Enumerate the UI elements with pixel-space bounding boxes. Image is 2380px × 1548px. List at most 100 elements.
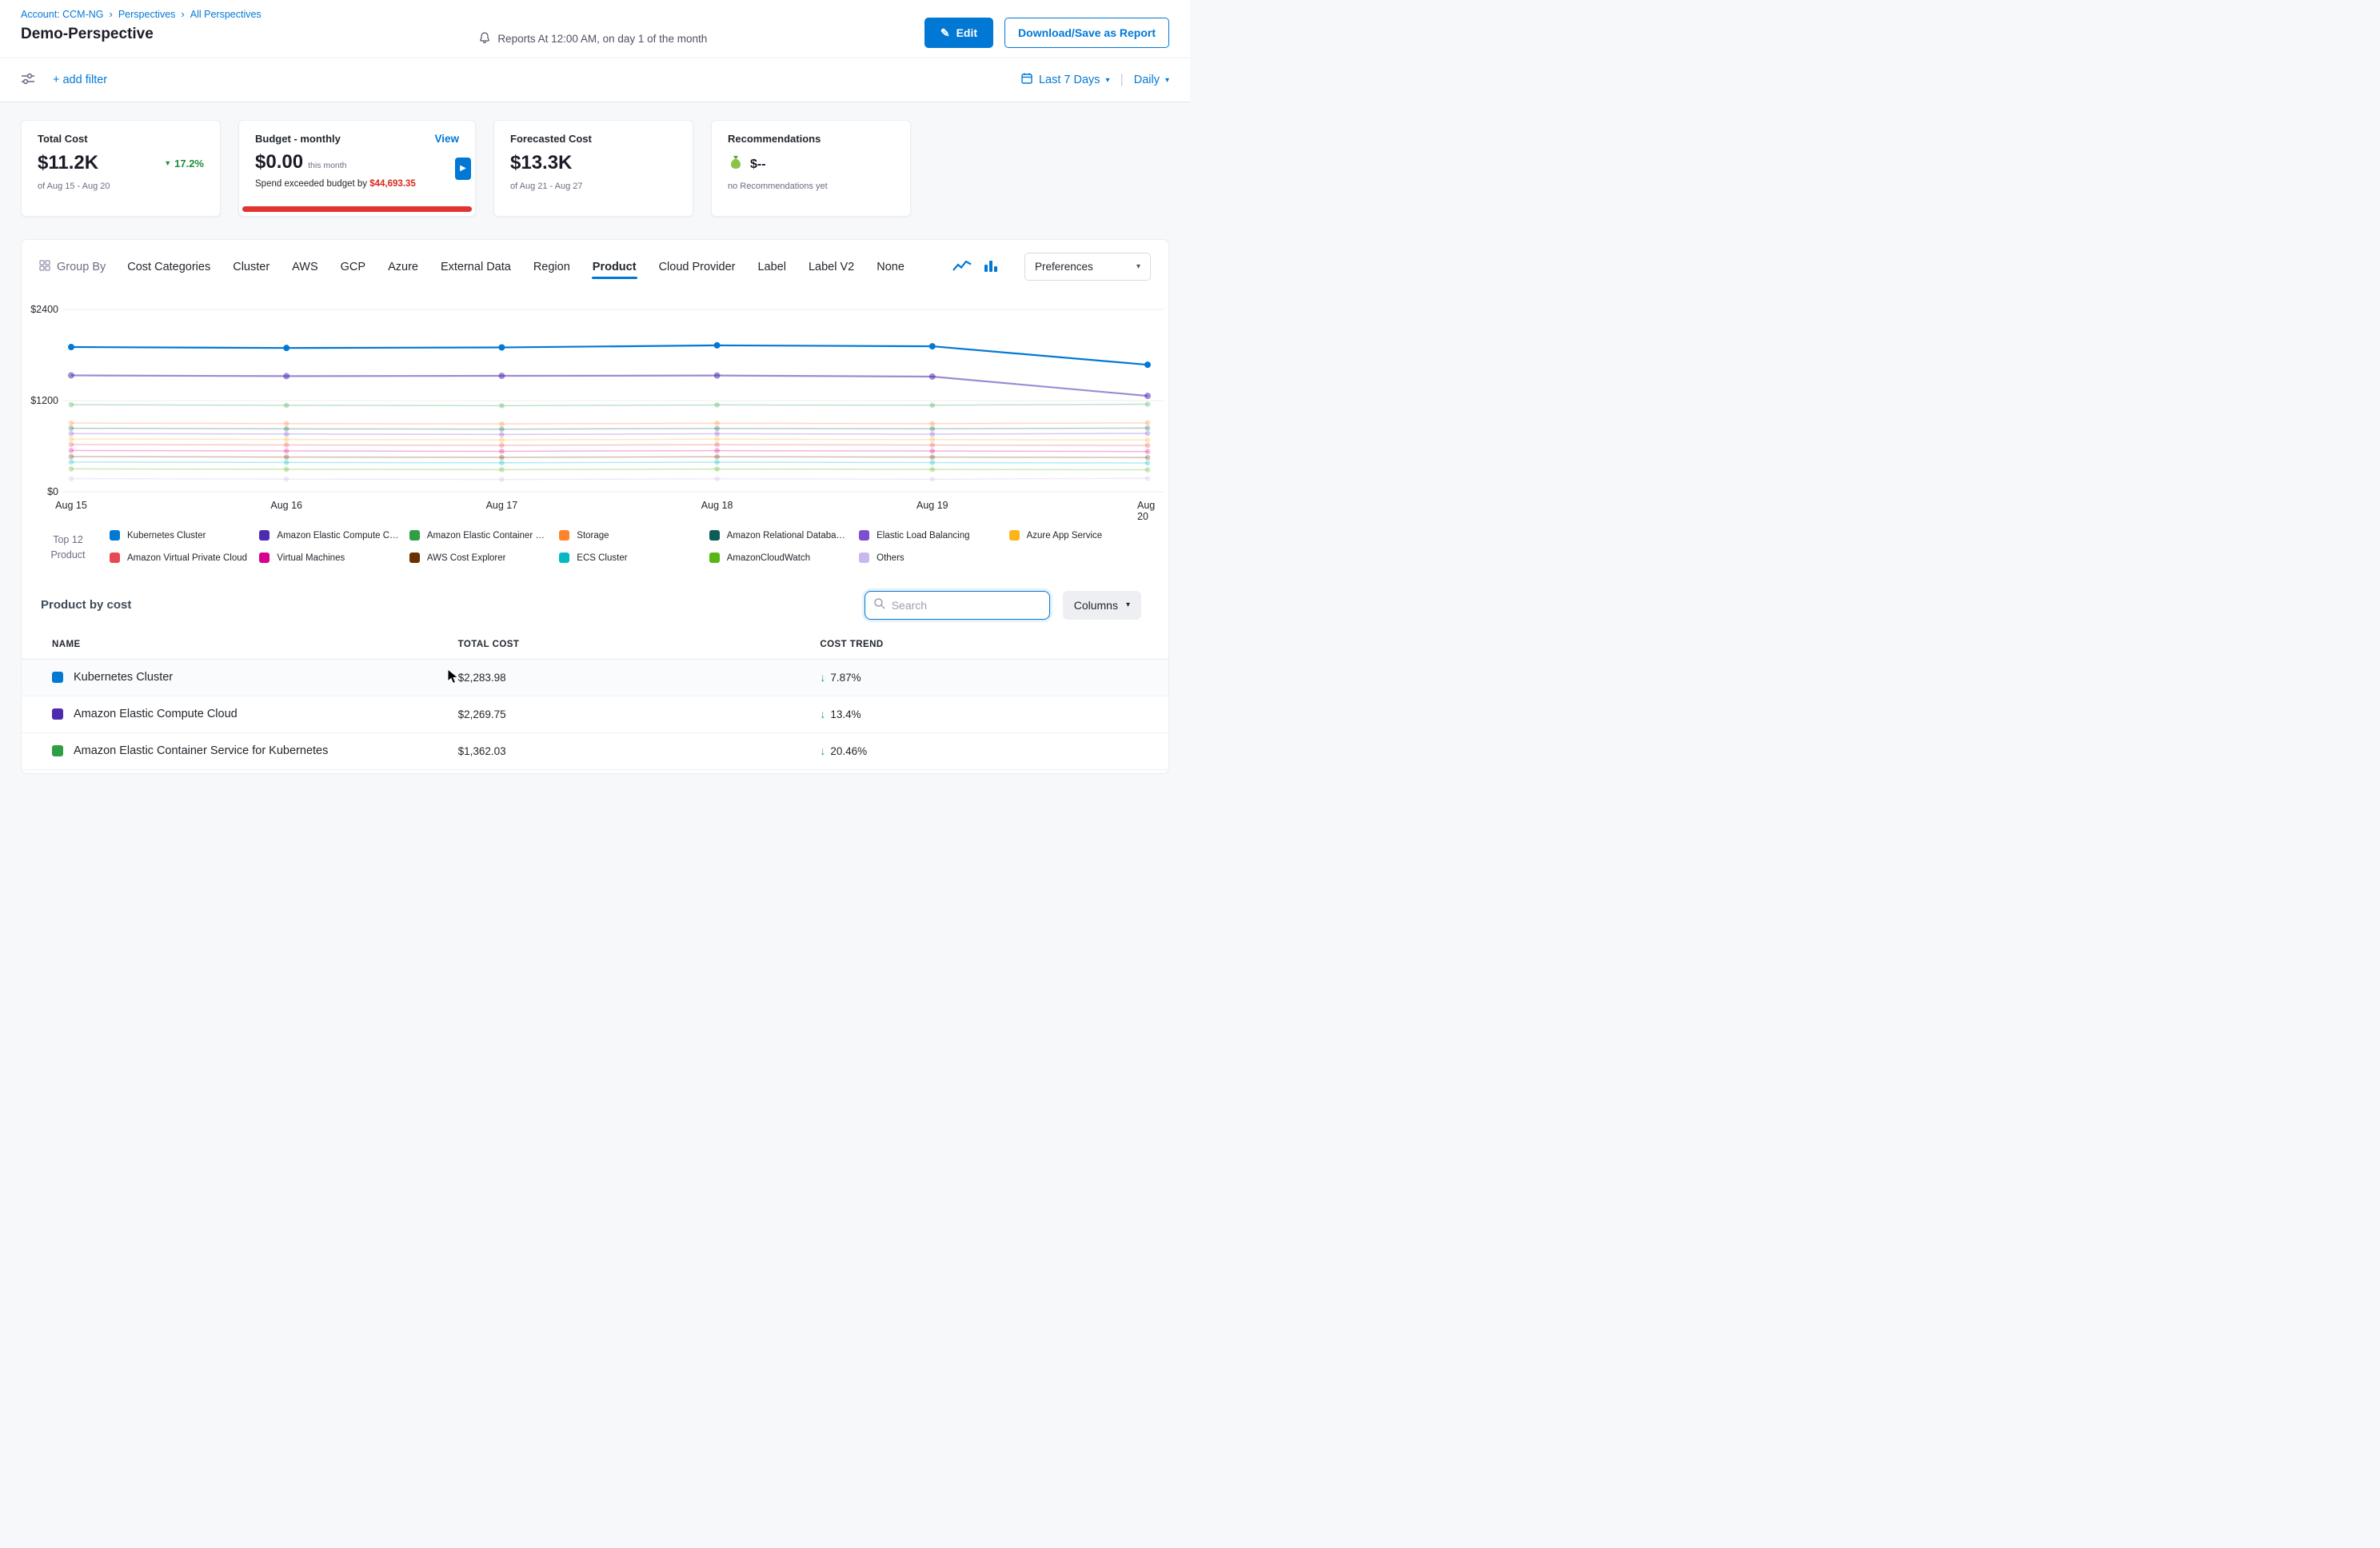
legend-swatch	[110, 530, 120, 541]
legend-item[interactable]: Azure App Service	[1009, 530, 1149, 541]
legend-title-line1: Top 12	[42, 533, 94, 548]
column-header-cost-trend: COST TREND	[820, 640, 1149, 649]
column-header-total-cost: TOTAL COST	[458, 640, 821, 649]
legend-item[interactable]: Storage	[559, 530, 699, 541]
row-color-swatch	[52, 745, 63, 756]
group-by-tab-cost-categories[interactable]: Cost Categories	[126, 256, 211, 278]
legend-item[interactable]: AWS Cost Explorer	[409, 553, 549, 563]
legend-item[interactable]: Virtual Machines	[259, 553, 399, 563]
group-by-tab-gcp[interactable]: GCP	[340, 256, 366, 278]
edit-button[interactable]: ✎ Edit	[924, 18, 993, 48]
granularity-label: Daily	[1134, 74, 1160, 86]
budget-next-button[interactable]: ▶	[455, 158, 471, 180]
bar-chart-toggle[interactable]	[984, 258, 998, 275]
legend-item[interactable]: AmazonCloudWatch	[709, 553, 849, 563]
table-row[interactable]: Amazon Elastic Compute Cloud$2,269.75↓13…	[22, 696, 1168, 733]
download-button-label: Download/Save as Report	[1018, 26, 1156, 39]
add-filter-button[interactable]: + add filter	[53, 74, 107, 86]
x-axis-label: Aug 16	[270, 500, 302, 511]
legend-item[interactable]: Kubernetes Cluster	[110, 530, 250, 541]
legend-label: ECS Cluster	[577, 553, 627, 563]
legend-item[interactable]: ECS Cluster	[559, 553, 699, 563]
date-range-label: Last 7 Days	[1039, 74, 1100, 86]
date-range-selector[interactable]: Last 7 Days ▾	[1020, 72, 1110, 88]
legend-label: Others	[877, 553, 904, 563]
grid-icon	[39, 260, 50, 274]
legend-item[interactable]: Amazon Virtual Private Cloud	[110, 553, 250, 563]
calendar-icon	[1020, 72, 1033, 88]
table-row[interactable]: Amazon Elastic Container Service for Kub…	[22, 733, 1168, 770]
group-by-tab-label-v2[interactable]: Label V2	[808, 256, 855, 278]
row-trend-value: 20.46%	[830, 745, 867, 757]
legend-label: Kubernetes Cluster	[127, 531, 206, 541]
top-bar: Account: CCM-NG › Perspectives › All Per…	[0, 0, 1190, 58]
preferences-label: Preferences	[1035, 261, 1093, 273]
breadcrumb-all-perspectives-link[interactable]: All Perspectives	[190, 9, 262, 20]
cost-chart-svg[interactable]: $2400$1200$0	[22, 298, 1168, 498]
budget-progress-bar	[242, 206, 472, 212]
group-by-tab-cluster[interactable]: Cluster	[232, 256, 270, 278]
group-by-tab-aws[interactable]: AWS	[291, 256, 319, 278]
columns-label: Columns	[1074, 599, 1118, 612]
total-cost-period: of Aug 15 - Aug 20	[38, 182, 204, 191]
forecasted-cost-title: Forecasted Cost	[510, 133, 677, 145]
group-by-tab-none[interactable]: None	[876, 256, 905, 278]
legend-label: AWS Cost Explorer	[427, 553, 506, 563]
recommendations-card: Recommendations $-- no Recommendations y…	[711, 120, 911, 217]
budget-exceeded-amount: $44,693.35	[369, 179, 416, 189]
legend-label: Amazon Virtual Private Cloud	[127, 553, 247, 563]
breadcrumb: Account: CCM-NG › Perspectives › All Per…	[21, 8, 262, 20]
svg-text:$0: $0	[47, 486, 58, 497]
legend-label: AmazonCloudWatch	[727, 553, 810, 563]
group-by-tab-external-data[interactable]: External Data	[440, 256, 512, 278]
columns-button[interactable]: Columns ▾	[1063, 591, 1141, 620]
chevron-down-icon: ▾	[1106, 76, 1110, 85]
group-by-tab-product[interactable]: Product	[592, 256, 637, 278]
budget-view-link[interactable]: View	[434, 133, 459, 145]
legend-item[interactable]: Amazon Elastic Container Se...	[409, 530, 549, 541]
legend-item[interactable]: Amazon Elastic Compute Clo...	[259, 530, 399, 541]
group-by-row: Group By Cost Categories Cluster AWS GCP Azu…	[22, 240, 1168, 287]
chart-x-axis: Aug 15Aug 16Aug 17Aug 18Aug 19Aug 20	[22, 500, 1168, 519]
group-by-tab-label[interactable]: Label	[757, 256, 786, 278]
budget-value-caption: this month	[308, 161, 346, 170]
perspective-page: Account: CCM-NG › Perspectives › All Per…	[0, 0, 1190, 774]
perspective-panel: Group By Cost Categories Cluster AWS GCP Azu…	[21, 239, 1169, 774]
forecasted-cost-card: Forecasted Cost $13.3K of Aug 21 - Aug 2…	[493, 120, 693, 217]
legend-swatch	[559, 553, 569, 563]
bell-icon	[478, 31, 491, 46]
line-chart-toggle[interactable]	[952, 258, 972, 275]
legend-swatch	[709, 553, 720, 563]
search-input[interactable]	[892, 599, 1041, 612]
legend-item[interactable]: Others	[859, 553, 999, 563]
filter-settings-button[interactable]	[21, 73, 35, 88]
total-cost-title: Total Cost	[38, 133, 204, 145]
group-by-tab-cloud-provider[interactable]: Cloud Provider	[658, 256, 737, 278]
legend-label: Elastic Load Balancing	[877, 531, 969, 541]
download-save-report-button[interactable]: Download/Save as Report	[1004, 18, 1169, 48]
x-axis-label: Aug 19	[916, 500, 948, 511]
group-by-tab-azure[interactable]: Azure	[387, 256, 419, 278]
chevron-right-icon: ›	[110, 8, 113, 20]
group-by-tab-region[interactable]: Region	[533, 256, 571, 278]
chart-legend-items: Kubernetes Cluster Amazon Elastic Compute…	[110, 530, 1149, 564]
time-controls: Last 7 Days ▾ | Daily ▾	[1020, 72, 1169, 88]
group-by-text: Group By	[57, 261, 106, 273]
chevron-down-icon: ▾	[1136, 262, 1140, 271]
row-name: Kubernetes Cluster	[74, 671, 173, 684]
breadcrumb-perspectives-link[interactable]: Perspectives	[118, 9, 176, 20]
legend-item[interactable]: Elastic Load Balancing	[859, 530, 999, 541]
topbar-left: Account: CCM-NG › Perspectives › All Per…	[21, 8, 262, 48]
legend-swatch	[259, 530, 270, 541]
preferences-button[interactable]: Preferences ▾	[1024, 253, 1151, 281]
sliders-icon	[21, 73, 35, 88]
pencil-icon: ✎	[940, 26, 950, 40]
granularity-selector[interactable]: Daily ▾	[1134, 74, 1169, 86]
x-axis-label: Aug 17	[486, 500, 518, 511]
trend-down-icon: ↓	[820, 708, 825, 720]
search-box[interactable]	[865, 591, 1050, 620]
breadcrumb-account-link[interactable]: Account: CCM-NG	[21, 9, 104, 20]
legend-swatch	[259, 553, 270, 563]
legend-item[interactable]: Amazon Relational Database ...	[709, 530, 849, 541]
table-row[interactable]: Kubernetes Cluster$2,283.98↓7.87%	[22, 660, 1168, 696]
